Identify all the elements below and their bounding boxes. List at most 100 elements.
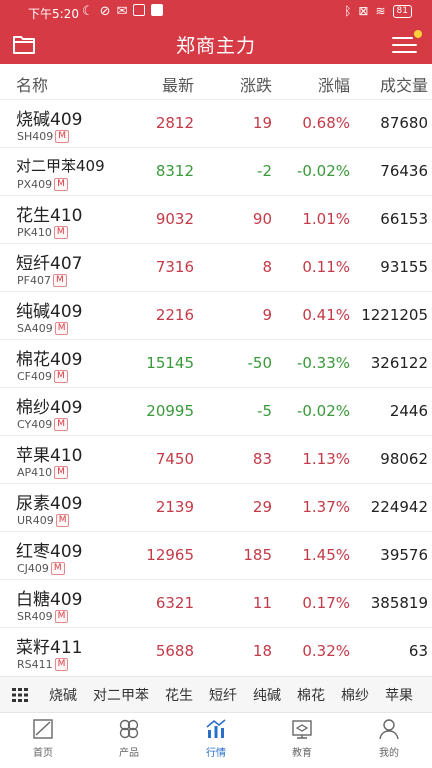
last-price: 7450	[155, 450, 194, 468]
contract-code: CF409 M	[17, 370, 68, 383]
volume: 385819	[370, 594, 428, 612]
header-pct[interactable]: 涨幅	[318, 72, 350, 96]
code-text: CF409	[17, 370, 53, 383]
code-text: PK410	[17, 226, 52, 239]
category-item[interactable]: 烧碱	[49, 685, 77, 705]
quote-row[interactable]: 菜籽411 RS411 M 5688 18 0.32% 63	[0, 628, 432, 674]
notification-dot	[414, 30, 422, 38]
contract-name: 菜籽411	[16, 638, 83, 658]
quote-row[interactable]: 对二甲苯409 PX409 M 8312 -2 -0.02% 76436	[0, 148, 432, 196]
product-icon	[119, 719, 139, 739]
header-change[interactable]: 涨跌	[240, 72, 272, 96]
volume: 66153	[380, 210, 428, 228]
menu-button[interactable]	[390, 30, 422, 59]
price-change: 9	[262, 306, 272, 324]
volume: 1221205	[361, 306, 428, 324]
last-price: 8312	[155, 162, 194, 180]
main-tag: M	[52, 274, 67, 287]
main-tag: M	[54, 658, 69, 671]
contract-code: PX409 M	[17, 178, 68, 191]
code-text: SA409	[17, 322, 53, 335]
change-percent: -0.02%	[296, 402, 350, 420]
price-change: -2	[257, 162, 272, 180]
last-price: 2139	[155, 498, 194, 516]
volume: 224942	[370, 498, 428, 516]
tab-market[interactable]: 行情	[186, 717, 246, 759]
quote-row[interactable]: 棉花409 CF409 M 15145 -50 -0.33% 326122	[0, 340, 432, 388]
last-price: 2216	[155, 306, 194, 324]
volume: 76436	[380, 162, 428, 180]
app-bar: 郑商主力	[0, 26, 432, 64]
category-item[interactable]: 短纤	[209, 685, 237, 705]
status-time: 下午5:20	[28, 7, 79, 21]
quote-row[interactable]: 白糖409 SR409 M 6321 11 0.17% 385819	[0, 580, 432, 628]
tab-home[interactable]: 首页	[13, 717, 73, 759]
header-name[interactable]: 名称	[16, 72, 48, 96]
quote-row[interactable]: 纯碱409 SA409 M 2216 9 0.41% 1221205	[0, 292, 432, 340]
quote-row[interactable]: 苹果410 AP410 M 7450 83 1.13% 98062	[0, 436, 432, 484]
header-volume[interactable]: 成交量	[380, 72, 428, 96]
main-tag: M	[54, 322, 69, 335]
change-percent: -0.33%	[296, 354, 350, 372]
table-header: 名称 最新 涨跌 涨幅 成交量	[0, 64, 432, 100]
contract-name: 花生410	[16, 206, 83, 226]
quote-row[interactable]: 烧碱409 SH409 M 2812 19 0.68% 87680	[0, 100, 432, 148]
last-price: 12965	[146, 546, 194, 564]
contract-code: SH409 M	[17, 130, 70, 143]
quote-row[interactable]: 花生410 PK410 M 9032 90 1.01% 66153	[0, 196, 432, 244]
contract-name: 红枣409	[16, 542, 83, 562]
quote-row[interactable]: 短纤407 PF407 M 7316 8 0.11% 93155	[0, 244, 432, 292]
main-tag: M	[55, 130, 70, 143]
code-text: CY409	[17, 418, 53, 431]
last-price: 15145	[146, 354, 194, 372]
price-change: 11	[252, 594, 272, 612]
category-item[interactable]: 棉纱	[341, 685, 369, 705]
quote-row[interactable]: 红枣409 CJ409 M 12965 185 1.45% 39576	[0, 532, 432, 580]
volume: 2446	[389, 402, 428, 420]
main-tag: M	[54, 610, 69, 623]
contract-code: CJ409 M	[17, 562, 65, 575]
tab-label: 产品	[119, 748, 139, 759]
volume: 326122	[370, 354, 428, 372]
category-item[interactable]: 对二甲苯	[93, 685, 149, 705]
price-change: 29	[252, 498, 272, 516]
contract-code: AP410 M	[17, 466, 68, 479]
main-tag: M	[54, 418, 68, 431]
change-percent: 0.68%	[302, 114, 350, 132]
nosim-icon: ⊠	[358, 4, 369, 18]
contract-name: 烧碱409	[16, 110, 83, 130]
category-item[interactable]: 花生	[165, 685, 193, 705]
price-change: 19	[252, 114, 272, 132]
contract-name: 苹果410	[16, 446, 83, 466]
header-last[interactable]: 最新	[162, 72, 194, 96]
volume: 93155	[380, 258, 428, 276]
tab-mine[interactable]: 我的	[359, 717, 419, 759]
contract-name: 尿素409	[16, 494, 83, 514]
tab-label: 行情	[206, 748, 226, 759]
bluetooth-icon: ᛒ	[344, 4, 352, 18]
price-change: 8	[262, 258, 272, 276]
main-tag: M	[55, 514, 70, 527]
category-item[interactable]: 棉花	[297, 685, 325, 705]
contract-name: 棉纱409	[16, 398, 83, 418]
change-percent: 1.13%	[302, 450, 350, 468]
category-item[interactable]: 苹果	[385, 685, 413, 705]
contract-code: PF407 M	[17, 274, 67, 287]
quote-list[interactable]: 烧碱409 SH409 M 2812 19 0.68% 87680 对二甲苯409…	[0, 100, 432, 674]
quote-row[interactable]: 棉纱409 CY409 M 20995 -5 -0.02% 2446	[0, 388, 432, 436]
price-change: 83	[252, 450, 272, 468]
market-icon	[206, 719, 226, 738]
contract-code: SA409 M	[17, 322, 69, 335]
tab-label: 首页	[33, 748, 53, 759]
grid-icon[interactable]	[12, 688, 28, 702]
volume: 87680	[380, 114, 428, 132]
app-icon	[151, 4, 164, 16]
category-item[interactable]: 纯碱	[253, 685, 281, 705]
quote-row[interactable]: 尿素409 UR409 M 2139 29 1.37% 224942	[0, 484, 432, 532]
tab-education[interactable]: 教育	[272, 717, 332, 759]
code-text: AP410	[17, 466, 53, 479]
tab-label: 教育	[292, 748, 312, 759]
main-tag: M	[50, 562, 65, 575]
tab-product[interactable]: 产品	[99, 717, 159, 759]
main-tag: M	[54, 178, 68, 191]
